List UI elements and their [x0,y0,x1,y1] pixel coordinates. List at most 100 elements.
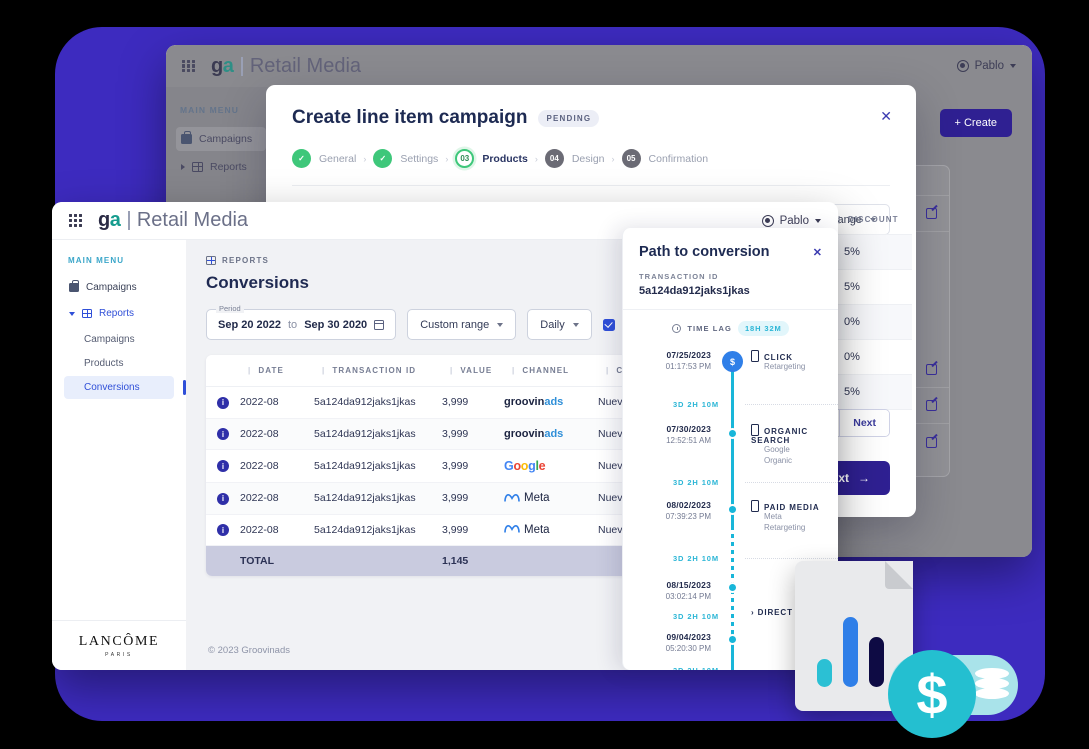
cell-channel: groovinads [504,427,564,440]
cell-channel: groovinads [504,396,564,409]
cell-channel: Meta [504,515,598,545]
close-icon[interactable]: ✕ [813,246,822,259]
bag-icon [181,131,192,144]
conversion-start-node-icon: $ [722,351,743,372]
sidebar-item-reports-campaigns[interactable]: Campaigns [64,328,174,351]
cell-value: 3,999 [442,492,469,505]
panel-title: Path to conversion [639,244,770,260]
granularity-label: Daily [540,318,565,331]
cell-transaction-id: 5a124da912jaks1jkas [314,396,416,409]
event-time-block: 08/02/2023 07:39:23 PM [623,500,721,521]
close-icon[interactable]: ✕ [880,109,892,123]
sidebar-item-reports-products[interactable]: Products [64,352,174,375]
discount-cell: 0% [826,340,912,375]
user-menu[interactable]: Pablo [761,214,821,227]
coin-stack-icon [975,668,1009,702]
event-date: 07/25/2023 [666,350,711,360]
sidebar-item-label: Campaigns [199,133,253,145]
step-design[interactable]: 04 Design [544,149,605,168]
stepper: ✓ General › ✓ Settings › 03 Products › 0… [292,149,890,186]
brand-logo: g a Retail Media [211,55,361,78]
time-lag-label: TIME LAG [687,324,732,333]
create-button[interactable]: + Create [939,109,1012,137]
discount-cell: 5% [826,375,912,410]
calendar-icon[interactable] [374,319,385,330]
event-time-block: 09/04/2023 05:20:30 PM [623,632,721,653]
client-logo: LANCÔME PARIS [52,620,186,670]
cell-date: 2022-08 [240,523,279,536]
period-from: Sep 20 2022 [218,318,281,331]
event-time-block: 07/25/2023 01:17:53 PM [623,350,721,371]
sidebar-item-reports[interactable]: Reports [176,155,266,179]
channel-logo-meta: Meta [504,492,598,504]
back-window-topbar: g a Retail Media Pablo [166,45,1032,87]
step-general[interactable]: ✓ General [292,149,356,168]
timeline-event[interactable]: 07/25/2023 01:17:53 PM $ CLICK Retargeti… [623,350,838,372]
modal-title-row: Create line item campaign PENDING [292,107,890,129]
row-info-icon[interactable]: i [206,515,240,546]
event-title: CLICK [751,350,805,362]
gap-label: 3D 2H 10M [672,554,719,563]
brand-mark: g [98,209,110,231]
checkbox-checked-icon[interactable] [602,318,615,331]
user-menu[interactable]: Pablo [956,60,1016,72]
cell-date: 2022-08 [240,492,279,505]
apps-grid-icon[interactable] [182,59,195,73]
step-label: General [319,152,357,165]
edit-icon[interactable] [926,436,937,448]
row-info-icon[interactable]: i [206,451,240,482]
transaction-id-label: TRANSACTION ID [639,272,719,281]
row-info-icon[interactable]: i [206,483,240,514]
channel-logo-groovinads: ads [544,427,564,440]
edit-icon[interactable] [926,208,937,219]
timeline-event[interactable]: 07/30/2023 12:52:51 AM ORGANIC SEARCH Go… [623,424,838,465]
step-label: Design [571,152,605,165]
sidebar-item-label: Reports [210,161,247,173]
period-field[interactable]: Period Sep 20 2022 to Sep 30 2020 [206,304,397,340]
row-info-icon[interactable]: i [206,419,240,450]
brand-mark-accent: a [109,209,121,231]
timeline-event[interactable]: 08/02/2023 07:39:23 PM PAID MEDIA Meta R… [623,500,838,532]
event-date: 09/04/2023 [666,632,711,642]
cell-value: 3,999 [442,460,469,472]
chevron-down-icon [497,322,504,327]
edit-icon[interactable] [926,364,937,375]
gap-label: 3D 2H 10M [623,666,727,670]
sidebar-item-reports-conversions[interactable]: Conversions [64,376,186,399]
pagination-next[interactable]: Next [839,410,889,436]
sidebar-item-reports[interactable]: Reports [64,302,174,325]
event-title: PAID MEDIA [751,500,820,512]
event-time: 07:39:23 PM [665,512,711,521]
row-info-icon[interactable]: i [206,387,240,418]
step-settings[interactable]: ✓ Settings [373,149,438,168]
event-time: 03:02:14 PM [665,592,711,601]
step-confirmation[interactable]: 05 Confirmation [621,149,708,168]
table-icon [206,256,216,265]
cell-transaction-id: 5a124da912jaks1jkas [314,427,416,440]
phone-icon [751,350,759,362]
total-value: 1,145 [442,555,469,567]
sidebar-item-campaigns[interactable]: Campaigns [64,276,174,299]
custom-range-button[interactable]: Custom range [407,309,517,340]
chevron-down-icon [69,311,75,316]
blue-bar [843,617,858,687]
brand-name: Retail Media [249,54,362,77]
step-separator: › [363,153,367,164]
timeline-node-icon [727,582,738,593]
discount-cell: 0% [826,305,912,340]
edit-icon[interactable] [926,400,937,411]
gap-line [745,482,838,483]
cell-date: 2022-08 [240,460,279,472]
period-to-word: to [288,318,298,331]
channel-logo-groovinads: ads [544,396,564,409]
apps-grid-icon[interactable] [69,214,82,227]
cell-date: 2022-08 [240,427,279,440]
timeline-node-icon [727,428,738,439]
page-title: Create line item campaign [292,107,528,128]
sidebar-item-campaigns[interactable]: Campaigns [176,127,266,151]
event-date: 08/15/2023 [666,580,711,590]
gap-line [745,404,838,405]
granularity-button[interactable]: Daily [527,309,592,340]
step-products[interactable]: 03 Products [455,149,528,168]
step-label: Settings [400,152,439,165]
